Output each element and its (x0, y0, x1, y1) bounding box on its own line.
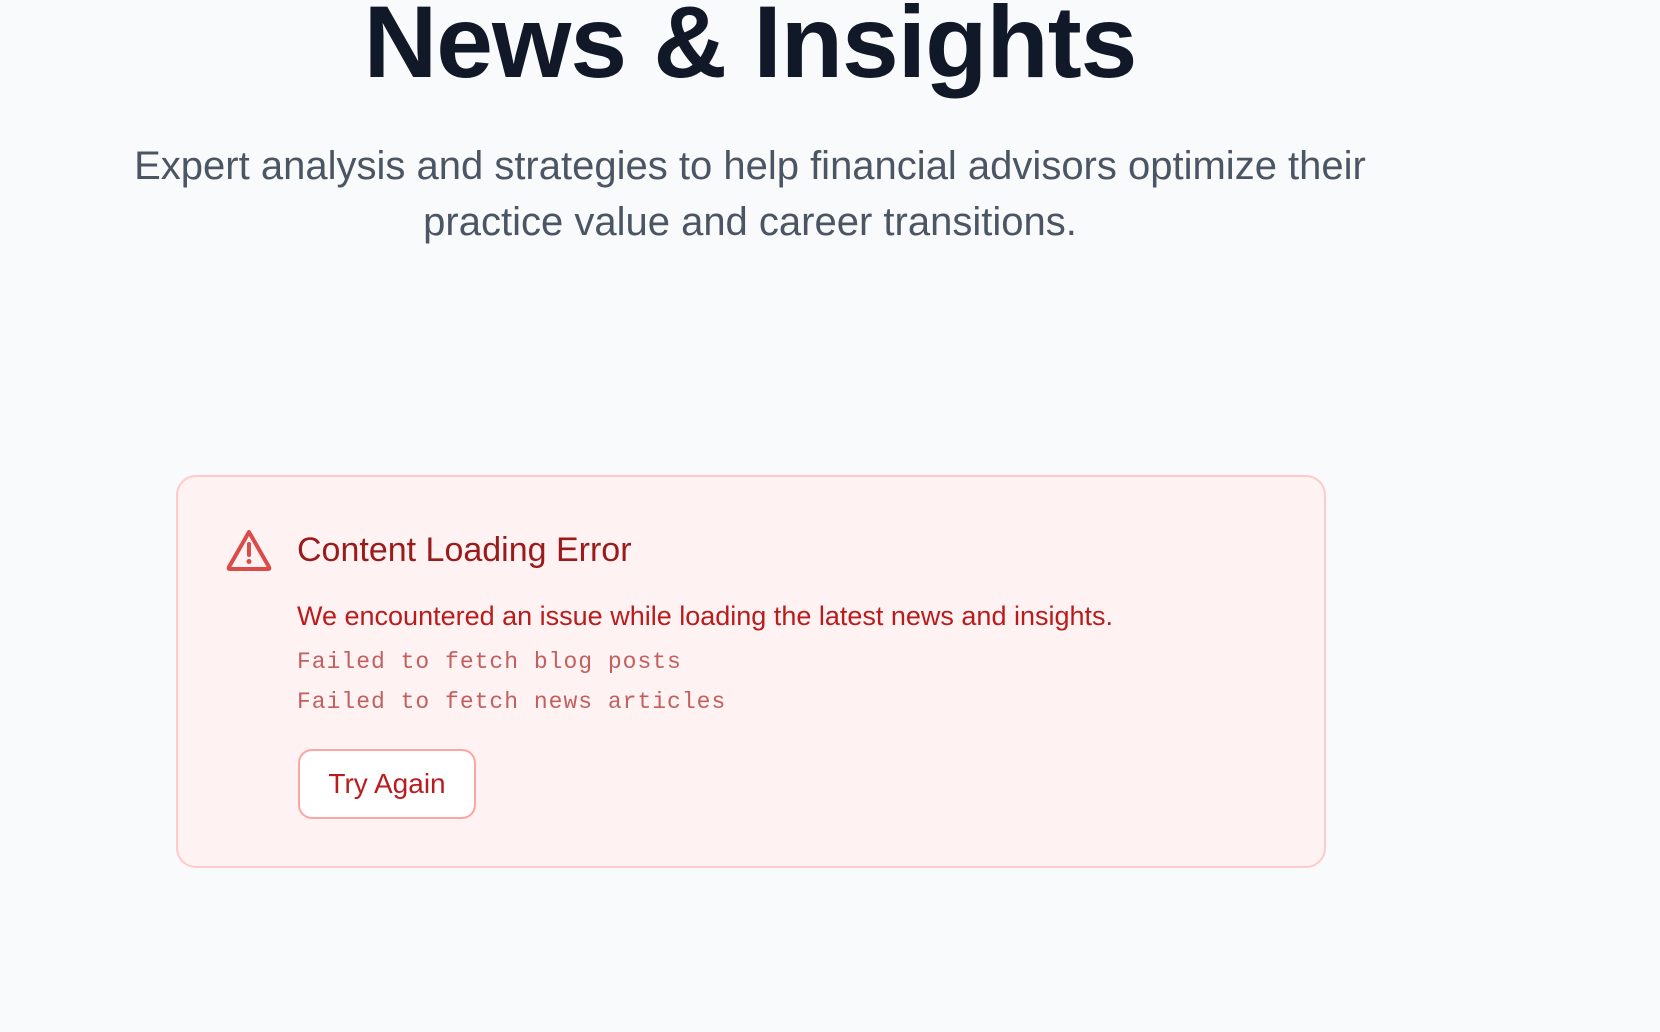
try-again-button[interactable]: Try Again (298, 749, 476, 819)
error-detail-blog-posts: Failed to fetch blog posts (297, 649, 682, 675)
error-title: Content Loading Error (297, 531, 632, 569)
error-detail-news-articles: Failed to fetch news articles (297, 689, 727, 715)
page-subtitle: Expert analysis and strategies to help f… (134, 144, 1366, 244)
error-alert: Content Loading Error We encountered an … (176, 475, 1326, 868)
page-title: News & Insights (363, 0, 1138, 99)
error-message: We encountered an issue while loading th… (297, 601, 1114, 631)
warning-triangle-icon (225, 528, 273, 572)
